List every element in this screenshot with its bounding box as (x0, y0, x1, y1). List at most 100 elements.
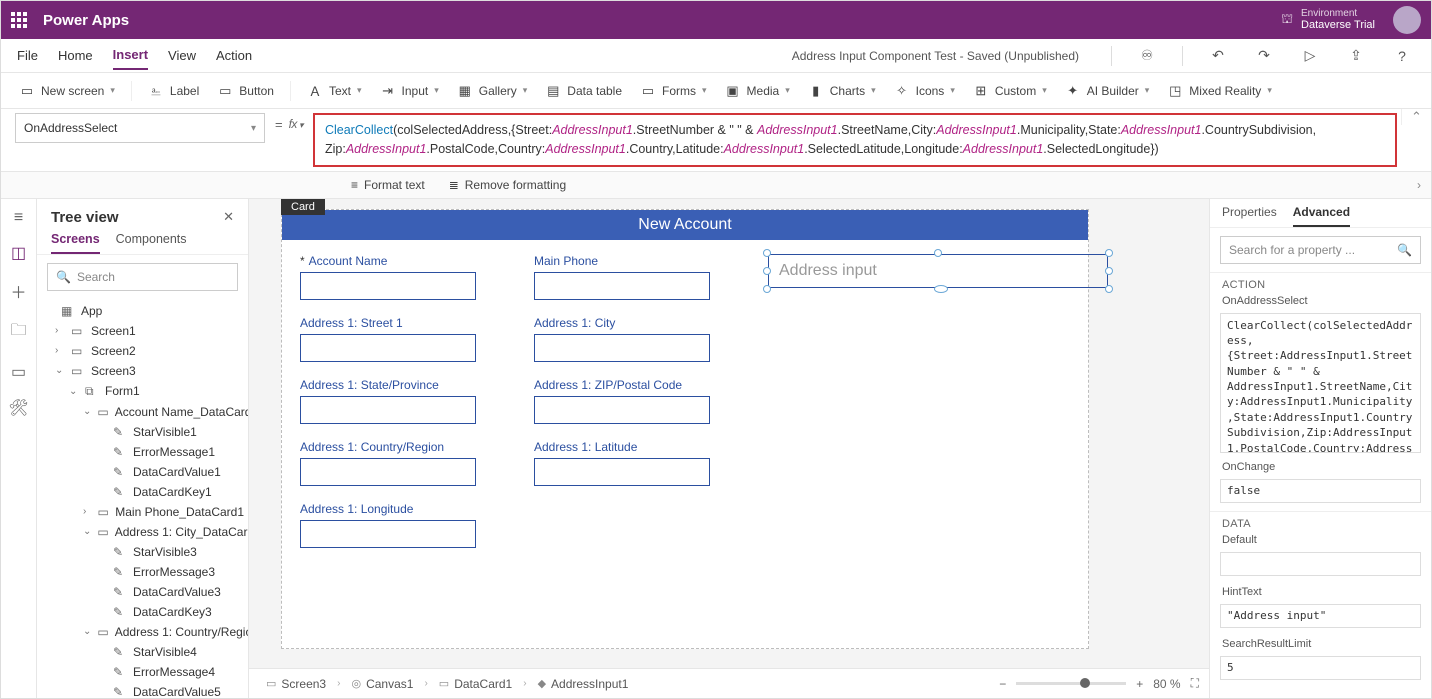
tree-search-input[interactable]: 🔍 Search (47, 263, 238, 291)
share-icon[interactable]: ⇪ (1343, 43, 1369, 69)
fit-screen-icon[interactable]: ⛶ (1191, 676, 1199, 691)
menu-action[interactable]: Action (216, 42, 252, 69)
menu-file[interactable]: File (17, 42, 38, 69)
formula-expand-icon[interactable]: ⌃ (1401, 109, 1431, 125)
gallery-button[interactable]: ▦Gallery▾ (455, 79, 530, 103)
data-rail-icon[interactable]: 🗀 (10, 319, 26, 346)
tree-node[interactable]: ✎DataCardValue5 (37, 682, 248, 699)
section-data: DATA (1210, 511, 1431, 532)
tree-node[interactable]: ✎DataCardValue1 (37, 462, 248, 482)
button-button[interactable]: ▭Button (215, 79, 276, 103)
zoom-controls: − + 80 % ⛶ (999, 676, 1199, 691)
hamburger-icon[interactable]: ≡ (14, 209, 23, 227)
prop-onchange-value[interactable]: false (1220, 479, 1421, 503)
zoom-out-icon[interactable]: − (999, 677, 1006, 691)
media-rail-icon[interactable]: ▭ (11, 362, 26, 382)
tools-rail-icon[interactable]: 🛠 (8, 398, 28, 418)
input-state[interactable] (300, 396, 476, 424)
environment-picker[interactable]: Environment Dataverse Trial (1301, 8, 1375, 31)
menu-view[interactable]: View (168, 42, 196, 69)
close-tree-icon[interactable]: ✕ (223, 209, 234, 225)
tab-screens[interactable]: Screens (51, 232, 100, 254)
breadcrumb-addressinput1[interactable]: ◆AddressInput1 (531, 676, 636, 692)
prop-default-value[interactable] (1220, 552, 1421, 576)
address-input-component[interactable]: Address input (768, 254, 1108, 288)
tree-node[interactable]: ⌄▭Address 1: City_DataCard1 (37, 522, 248, 542)
input-latitude[interactable] (534, 458, 710, 486)
prop-onaddressselect-value[interactable]: ClearCollect(colSelectedAddress,{Street:… (1220, 313, 1421, 453)
redo-icon[interactable]: ↷ (1251, 43, 1277, 69)
field-main-phone: Main Phone (534, 254, 748, 300)
tree-node[interactable]: ✎DataCardKey3 (37, 602, 248, 622)
canvas[interactable]: Card New Account *Account Name Main Phon… (249, 199, 1209, 669)
format-text-icon: ≡ (351, 178, 358, 192)
form-container[interactable]: New Account *Account Name Main Phone Add… (281, 209, 1089, 649)
tree-node[interactable]: ›▭Screen2 (37, 341, 248, 361)
tree-node[interactable]: ✎DataCardValue3 (37, 582, 248, 602)
remove-formatting-button[interactable]: ≣Remove formatting (449, 178, 566, 192)
breadcrumb-datacard1[interactable]: ▭DataCard1 (432, 676, 519, 692)
user-avatar[interactable] (1393, 6, 1421, 34)
property-search-input[interactable]: Search for a property ... 🔍 (1220, 236, 1421, 264)
app-checker-icon[interactable]: ♾ (1134, 43, 1160, 69)
input-button[interactable]: ⇥Input▾ (378, 79, 441, 103)
tree-node[interactable]: ▦App (37, 301, 248, 321)
insert-rail-icon[interactable]: ＋ (10, 279, 26, 303)
tree-view-icon[interactable]: ◫ (11, 243, 26, 263)
fx-label[interactable]: fx▾ (289, 109, 313, 131)
tree-node[interactable]: ⌄⧉Form1 (37, 381, 248, 402)
gallery-icon: ▦ (457, 83, 473, 99)
breadcrumb-screen3[interactable]: ▭Screen3 (259, 676, 333, 692)
format-text-button[interactable]: ≡Format text (351, 178, 425, 192)
zoom-slider[interactable] (1016, 682, 1126, 685)
help-icon[interactable]: ? (1389, 43, 1415, 69)
tree-node[interactable]: ✎StarVisible3 (37, 542, 248, 562)
undo-icon[interactable]: ↶ (1205, 43, 1231, 69)
data-table-button[interactable]: ▤Data table (543, 79, 624, 103)
new-screen-button[interactable]: ▭New screen▾ (17, 79, 117, 103)
input-main-phone[interactable] (534, 272, 710, 300)
ai-builder-button[interactable]: ✦AI Builder▾ (1063, 79, 1152, 103)
tree-node[interactable]: ✎DataCardKey1 (37, 482, 248, 502)
tree-node[interactable]: ⌄▭Account Name_DataCard1 (37, 402, 248, 422)
input-street[interactable] (300, 334, 476, 362)
forms-button[interactable]: ▭Forms▾ (638, 79, 709, 103)
preview-icon[interactable]: ▷ (1297, 43, 1323, 69)
formula-input[interactable]: ClearCollect(colSelectedAddress,{Street:… (313, 113, 1397, 167)
custom-button[interactable]: ⊞Custom▾ (971, 79, 1049, 103)
prop-searchresultlimit-value[interactable]: 5 (1220, 656, 1421, 680)
input-longitude[interactable] (300, 520, 476, 548)
input-country[interactable] (300, 458, 476, 486)
media-button[interactable]: ▣Media▾ (723, 79, 792, 103)
tree-node[interactable]: ✎StarVisible4 (37, 642, 248, 662)
tree-node[interactable]: ⌄▭Screen3 (37, 361, 248, 381)
menu-insert[interactable]: Insert (113, 41, 148, 70)
title-bar: Power Apps ⛫ Environment Dataverse Trial (1, 1, 1431, 39)
label-button[interactable]: ⎁Label (146, 79, 201, 103)
input-city[interactable] (534, 334, 710, 362)
tab-advanced[interactable]: Advanced (1293, 205, 1350, 227)
property-dropdown[interactable]: OnAddressSelect▾ (15, 113, 265, 143)
mixed-reality-button[interactable]: ◳Mixed Reality▾ (1165, 79, 1274, 103)
text-button[interactable]: ＡText▾ (305, 79, 364, 103)
menu-home[interactable]: Home (58, 42, 93, 69)
chevron-right-icon[interactable]: › (1417, 178, 1421, 192)
charts-button[interactable]: ▮Charts▾ (806, 79, 878, 103)
tree-node[interactable]: ›▭Screen1 (37, 321, 248, 341)
input-zip[interactable] (534, 396, 710, 424)
breadcrumb-canvas1[interactable]: ◎Canvas1 (344, 676, 420, 692)
waffle-icon[interactable] (11, 12, 27, 28)
zoom-in-icon[interactable]: + (1136, 677, 1143, 691)
tab-properties[interactable]: Properties (1222, 205, 1277, 227)
tree-node[interactable]: ⌄▭Address 1: Country/Region_DataCard1 (37, 622, 248, 642)
tree-node[interactable]: ✎StarVisible1 (37, 422, 248, 442)
prop-hinttext-value[interactable]: "Address input" (1220, 604, 1421, 628)
tab-components[interactable]: Components (116, 232, 187, 254)
tree-node[interactable]: ✎ErrorMessage1 (37, 442, 248, 462)
input-account-name[interactable] (300, 272, 476, 300)
tree-node[interactable]: ✎ErrorMessage4 (37, 662, 248, 682)
icons-button[interactable]: ✧Icons▾ (892, 79, 957, 103)
zoom-value: 80 % (1153, 677, 1180, 691)
tree-node[interactable]: ✎ErrorMessage3 (37, 562, 248, 582)
tree-node[interactable]: ›▭Main Phone_DataCard1 (37, 502, 248, 522)
